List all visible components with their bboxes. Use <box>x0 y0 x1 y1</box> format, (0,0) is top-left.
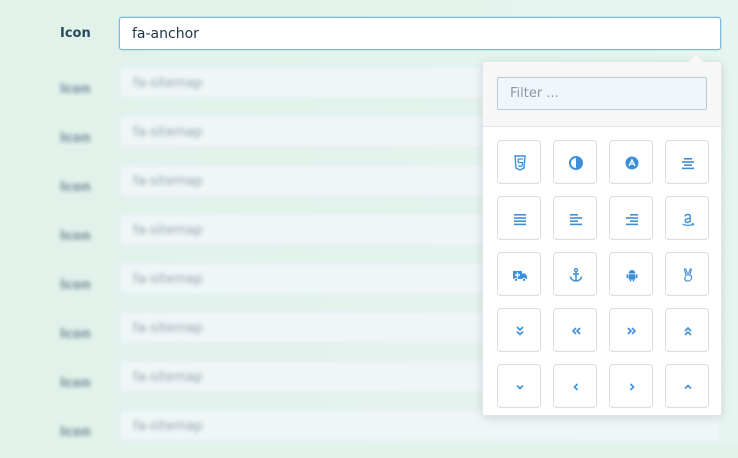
icon-row-active: Icon fa-anchor <box>0 17 738 66</box>
angle-double-up-icon[interactable] <box>665 308 709 352</box>
icon-label: Icon <box>60 131 91 146</box>
angle-double-left-icon[interactable] <box>553 308 597 352</box>
icon-input[interactable]: fa-anchor <box>119 17 721 50</box>
align-justify-icon[interactable] <box>497 196 541 240</box>
align-center-icon[interactable] <box>665 140 709 184</box>
icon-label: Icon <box>60 278 91 293</box>
icon-label: Icon <box>60 425 91 440</box>
html5-icon[interactable] <box>497 140 541 184</box>
icon-label: Icon <box>60 82 91 97</box>
align-right-icon[interactable] <box>609 196 653 240</box>
android-icon[interactable] <box>609 252 653 296</box>
angle-double-right-icon[interactable] <box>609 308 653 352</box>
align-left-icon[interactable] <box>553 196 597 240</box>
angle-double-down-icon[interactable] <box>497 308 541 352</box>
angellist-icon[interactable] <box>665 252 709 296</box>
icon-label: Icon <box>60 180 91 195</box>
amazon-icon[interactable] <box>665 196 709 240</box>
icon-row: Icon fa-sitemap <box>0 409 738 458</box>
popover-header <box>483 62 721 127</box>
adn-icon[interactable] <box>609 140 653 184</box>
angle-down-icon[interactable] <box>497 364 541 408</box>
icon-picker-popover <box>482 53 722 416</box>
angle-up-icon[interactable] <box>665 364 709 408</box>
popover-arrow <box>687 53 705 62</box>
angle-right-icon[interactable] <box>609 364 653 408</box>
icon-label: Icon <box>60 327 91 342</box>
filter-input[interactable] <box>497 77 707 110</box>
icon-label: Icon <box>60 26 91 41</box>
angle-left-icon[interactable] <box>553 364 597 408</box>
icon-label: Icon <box>60 376 91 391</box>
anchor-icon[interactable] <box>553 252 597 296</box>
icon-label: Icon <box>60 229 91 244</box>
adjust-icon[interactable] <box>553 140 597 184</box>
ambulance-icon[interactable] <box>497 252 541 296</box>
